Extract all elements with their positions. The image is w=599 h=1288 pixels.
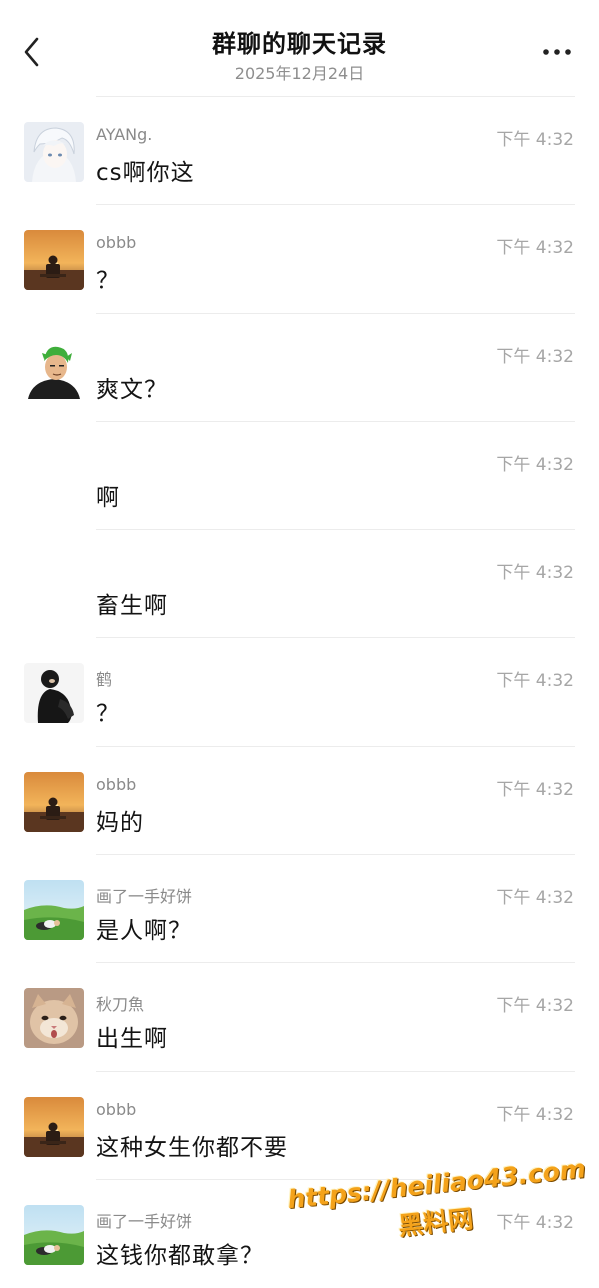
- message-text: 出生啊: [96, 1026, 168, 1053]
- message-text: ？: [96, 268, 120, 295]
- message-time: 下午 4:32: [496, 454, 574, 475]
- sender-name: 秋刀魚: [96, 995, 145, 1015]
- message-item[interactable]: 下午 4:32 啊: [0, 422, 599, 531]
- message-time: 下午 4:32: [496, 1104, 574, 1125]
- sender-name: obbb: [96, 233, 137, 253]
- message-text: 爽文？: [96, 376, 168, 403]
- page-title: 群聊的聊天记录: [212, 30, 387, 58]
- message-list: AYANg. 下午 4:32 cs啊你这 obbb 下午 4:32 ？ 下午 4…: [0, 97, 599, 1288]
- more-button[interactable]: [539, 40, 575, 64]
- message-item[interactable]: 下午 4:32 爽文？: [0, 314, 599, 422]
- message-time: 下午 4:32: [496, 238, 574, 259]
- message-item[interactable]: 秋刀魚 下午 4:32 出生啊: [0, 963, 599, 1072]
- message-item[interactable]: obbb 下午 4:32 妈的: [0, 747, 599, 856]
- message-text: 是人啊？: [96, 918, 192, 945]
- message-time: 下午 4:32: [496, 996, 574, 1017]
- sender-name: obbb: [96, 774, 137, 794]
- message-item[interactable]: 下午 4:32 畜生啊: [0, 530, 599, 639]
- more-dots-icon: [543, 49, 571, 55]
- message-item[interactable]: 鹤 下午 4:32 ？: [0, 638, 599, 747]
- message-time: 下午 4:32: [496, 671, 574, 692]
- header: 群聊的聊天记录 2025年12月24日: [0, 0, 599, 96]
- page-date: 2025年12月24日: [234, 64, 365, 83]
- sender-name: 鹤: [96, 670, 113, 690]
- green-hair-anime-avatar[interactable]: [24, 338, 84, 399]
- message-item[interactable]: 画了一手好饼 下午 4:32 是人啊？: [0, 855, 599, 964]
- sunset-avatar[interactable]: [24, 1096, 84, 1157]
- message-text: 妈的: [96, 809, 144, 836]
- message-time: 下午 4:32: [496, 346, 574, 367]
- sender-name: 画了一手好饼: [96, 1211, 193, 1231]
- white-hair-anime-avatar[interactable]: [24, 122, 84, 182]
- message-text: 这种女生你都不要: [96, 1134, 288, 1161]
- green-field-avatar[interactable]: [24, 880, 84, 941]
- message-text: 畜生啊: [96, 593, 168, 620]
- green-field-avatar[interactable]: [24, 1204, 84, 1265]
- sunset-avatar[interactable]: [24, 771, 84, 832]
- message-item[interactable]: AYANg. 下午 4:32 cs啊你这: [0, 97, 599, 206]
- sunset-avatar[interactable]: [24, 230, 84, 291]
- message-text: cs啊你这: [96, 160, 195, 186]
- sender-name: obbb: [96, 1099, 137, 1119]
- cat-avatar[interactable]: [24, 988, 84, 1049]
- message-time: 下午 4:32: [496, 888, 574, 909]
- sender-name: 画了一手好饼: [96, 887, 193, 907]
- message-time: 下午 4:32: [496, 130, 574, 150]
- message-time: 下午 4:32: [496, 779, 574, 800]
- message-text: 啊: [96, 484, 120, 511]
- message-text: ？: [96, 701, 120, 728]
- sender-name: AYANg.: [96, 125, 153, 144]
- message-time: 下午 4:32: [496, 563, 574, 584]
- message-item[interactable]: obbb 下午 4:32 ？: [0, 205, 599, 314]
- message-text: 这钱你都敢拿？: [96, 1242, 264, 1269]
- dark-figure-avatar[interactable]: [24, 663, 84, 724]
